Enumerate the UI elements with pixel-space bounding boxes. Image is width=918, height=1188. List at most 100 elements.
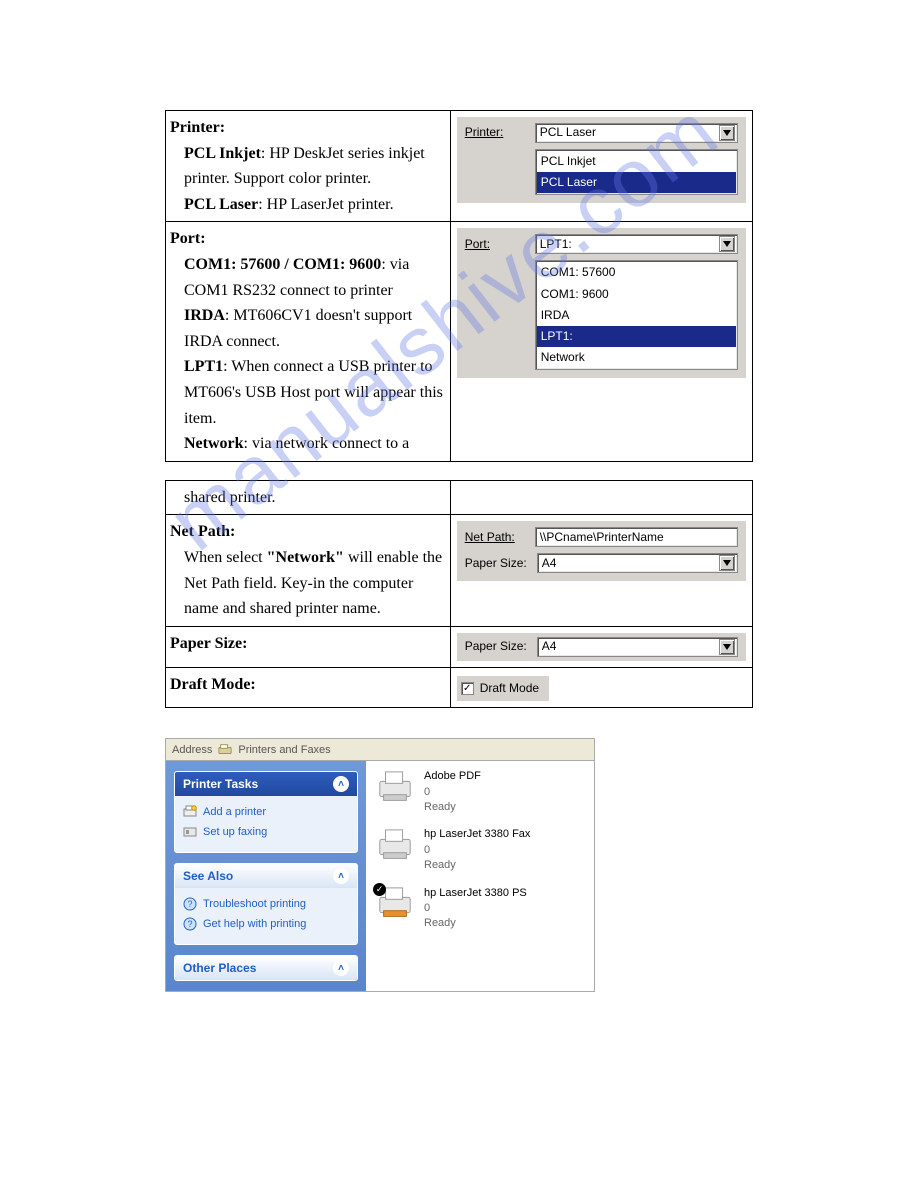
port-option[interactable]: COM1: 57600 <box>537 262 736 283</box>
dropdown-arrow-icon[interactable] <box>719 555 735 571</box>
other-places-card: Other Places ˄ <box>174 955 358 981</box>
shared-cont-cell: shared printer. <box>166 480 451 515</box>
default-check-icon: ✓ <box>373 883 386 896</box>
printers-folder-icon <box>218 743 232 757</box>
port-ctl-label: Port: <box>465 235 525 254</box>
printer-desc-cell: Printer: PCL Inkjet: HP DeskJet series i… <box>166 111 451 222</box>
settings-table-2: shared printer. Net Path: When select "N… <box>165 480 753 709</box>
dropdown-arrow-icon[interactable] <box>719 236 735 252</box>
printer-jobs: 0 <box>424 785 481 800</box>
printer-icon: ✓ <box>376 886 414 920</box>
port-t3: : via network connect to a <box>244 435 410 452</box>
draft-checkbox-row[interactable]: ✓ Draft Mode <box>457 676 549 701</box>
paper-ctl-cell: Paper Size: A4 <box>450 626 752 667</box>
port-b3: Network <box>184 435 244 452</box>
port-panel: Port: LPT1: COM1: 57600 COM1: 9600 IRDA … <box>457 228 746 378</box>
netpath-ctl-cell: Net Path: \\PCname\PrinterName Paper Siz… <box>450 515 752 626</box>
papersize-label-1: Paper Size: <box>465 554 527 573</box>
link-label: Troubleshoot printing <box>203 898 306 910</box>
printer-name: hp LaserJet 3380 PS <box>424 886 527 901</box>
printer-b1: PCL Laser <box>184 196 258 213</box>
task-setup-faxing[interactable]: Set up faxing <box>183 822 349 842</box>
checkbox-icon[interactable]: ✓ <box>461 682 474 695</box>
port-b1: IRDA <box>184 307 225 324</box>
paper-desc-cell: Paper Size: <box>166 626 451 667</box>
port-option[interactable]: IRDA <box>537 305 736 326</box>
netpath-panel: Net Path: \\PCname\PrinterName Paper Siz… <box>457 521 746 581</box>
see-also-title: See Also <box>183 869 233 883</box>
address-bar: Address Printers and Faxes <box>166 739 594 761</box>
dropdown-arrow-icon[interactable] <box>719 639 735 655</box>
printer-option[interactable]: PCL Inkjet <box>537 151 736 172</box>
printer-t1: : HP LaserJet printer. <box>258 196 393 213</box>
shared-cont-right <box>450 480 752 515</box>
netpath-label: Net Path: <box>465 528 525 547</box>
sidebar: Printer Tasks ˄ Add a printer Set up fax… <box>166 761 366 991</box>
collapse-icon[interactable]: ˄ <box>333 960 349 976</box>
draft-desc-cell: Draft Mode: <box>166 667 451 708</box>
printer-panel: Printer: PCL Laser PCL Inkjet PCL Laser <box>457 117 746 203</box>
fax-icon <box>183 825 197 839</box>
printer-icon <box>376 827 414 861</box>
printer-option-selected[interactable]: PCL Laser <box>537 172 736 193</box>
port-option[interactable]: COM1: 9600 <box>537 284 736 305</box>
printer-item[interactable]: Adobe PDF 0 Ready <box>376 769 584 815</box>
printer-name: hp LaserJet 3380 Fax <box>424 827 530 842</box>
netpath-desc-cell: Net Path: When select "Network" will ena… <box>166 515 451 626</box>
papersize-select-2[interactable]: A4 <box>537 637 738 657</box>
other-places-title: Other Places <box>183 961 256 975</box>
netpath-value: \\PCname\PrinterName <box>540 528 664 547</box>
printer-jobs: 0 <box>424 843 530 858</box>
printer-icon <box>376 769 414 803</box>
link-label: Get help with printing <box>203 918 306 930</box>
printer-item-default[interactable]: ✓ hp LaserJet 3380 PS 0 Ready <box>376 886 584 932</box>
address-value: Printers and Faxes <box>238 744 330 756</box>
link-troubleshoot[interactable]: ? Troubleshoot printing <box>183 894 349 914</box>
printer-tasks-header[interactable]: Printer Tasks ˄ <box>175 772 357 796</box>
task-label: Set up faxing <box>203 826 267 838</box>
svg-text:?: ? <box>187 919 192 929</box>
add-printer-icon <box>183 805 197 819</box>
draft-heading: Draft Mode: <box>170 672 444 698</box>
papersize-value-2: A4 <box>542 637 557 656</box>
collapse-icon[interactable]: ˄ <box>333 776 349 792</box>
svg-text:?: ? <box>187 899 192 909</box>
printer-select[interactable]: PCL Laser <box>535 123 738 143</box>
task-label: Add a printer <box>203 806 266 818</box>
printer-jobs: 0 <box>424 901 527 916</box>
dropdown-arrow-icon[interactable] <box>719 125 735 141</box>
paper-panel: Paper Size: A4 <box>457 633 746 661</box>
port-heading: Port: <box>170 226 444 252</box>
port-ctl-cell: Port: LPT1: COM1: 57600 COM1: 9600 IRDA … <box>450 222 752 461</box>
printers-faxes-window: Address Printers and Faxes Printer Tasks… <box>165 738 595 992</box>
port-option[interactable]: Network <box>537 347 736 368</box>
port-select-value: LPT1: <box>540 235 572 254</box>
port-option-selected[interactable]: LPT1: <box>537 326 736 347</box>
other-places-header[interactable]: Other Places ˄ <box>175 956 357 980</box>
see-also-header[interactable]: See Also ˄ <box>175 864 357 888</box>
task-add-printer[interactable]: Add a printer <box>183 802 349 822</box>
help-icon: ? <box>183 917 197 931</box>
printer-item[interactable]: hp LaserJet 3380 Fax 0 Ready <box>376 827 584 873</box>
settings-table-1: Printer: PCL Inkjet: HP DeskJet series i… <box>165 110 753 462</box>
shared-printer-text: shared printer. <box>184 485 444 511</box>
printer-options-listbox[interactable]: PCL Inkjet PCL Laser <box>535 149 738 195</box>
netpath-text: When select "Network" will enable the Ne… <box>184 545 444 622</box>
printer-status: Ready <box>424 916 527 931</box>
printer-status: Ready <box>424 800 481 815</box>
printers-list: Adobe PDF 0 Ready hp LaserJet 3380 Fax 0… <box>366 761 594 991</box>
port-b2: LPT1 <box>184 358 223 375</box>
help-icon: ? <box>183 897 197 911</box>
port-options-listbox[interactable]: COM1: 57600 COM1: 9600 IRDA LPT1: Networ… <box>535 260 738 370</box>
port-b0: COM1: 57600 / COM1: 9600 <box>184 256 381 273</box>
link-help-printing[interactable]: ? Get help with printing <box>183 914 349 934</box>
printer-select-value: PCL Laser <box>540 123 596 142</box>
papersize-select-1[interactable]: A4 <box>537 553 738 573</box>
netpath-input[interactable]: \\PCname\PrinterName <box>535 527 738 547</box>
papersize-label-2: Paper Size: <box>465 637 527 656</box>
netpath-heading: Net Path: <box>170 519 444 545</box>
collapse-icon[interactable]: ˄ <box>333 868 349 884</box>
printer-ctl-cell: Printer: PCL Laser PCL Inkjet PCL Laser <box>450 111 752 222</box>
printer-heading: Printer: <box>170 115 444 141</box>
port-select[interactable]: LPT1: <box>535 234 738 254</box>
